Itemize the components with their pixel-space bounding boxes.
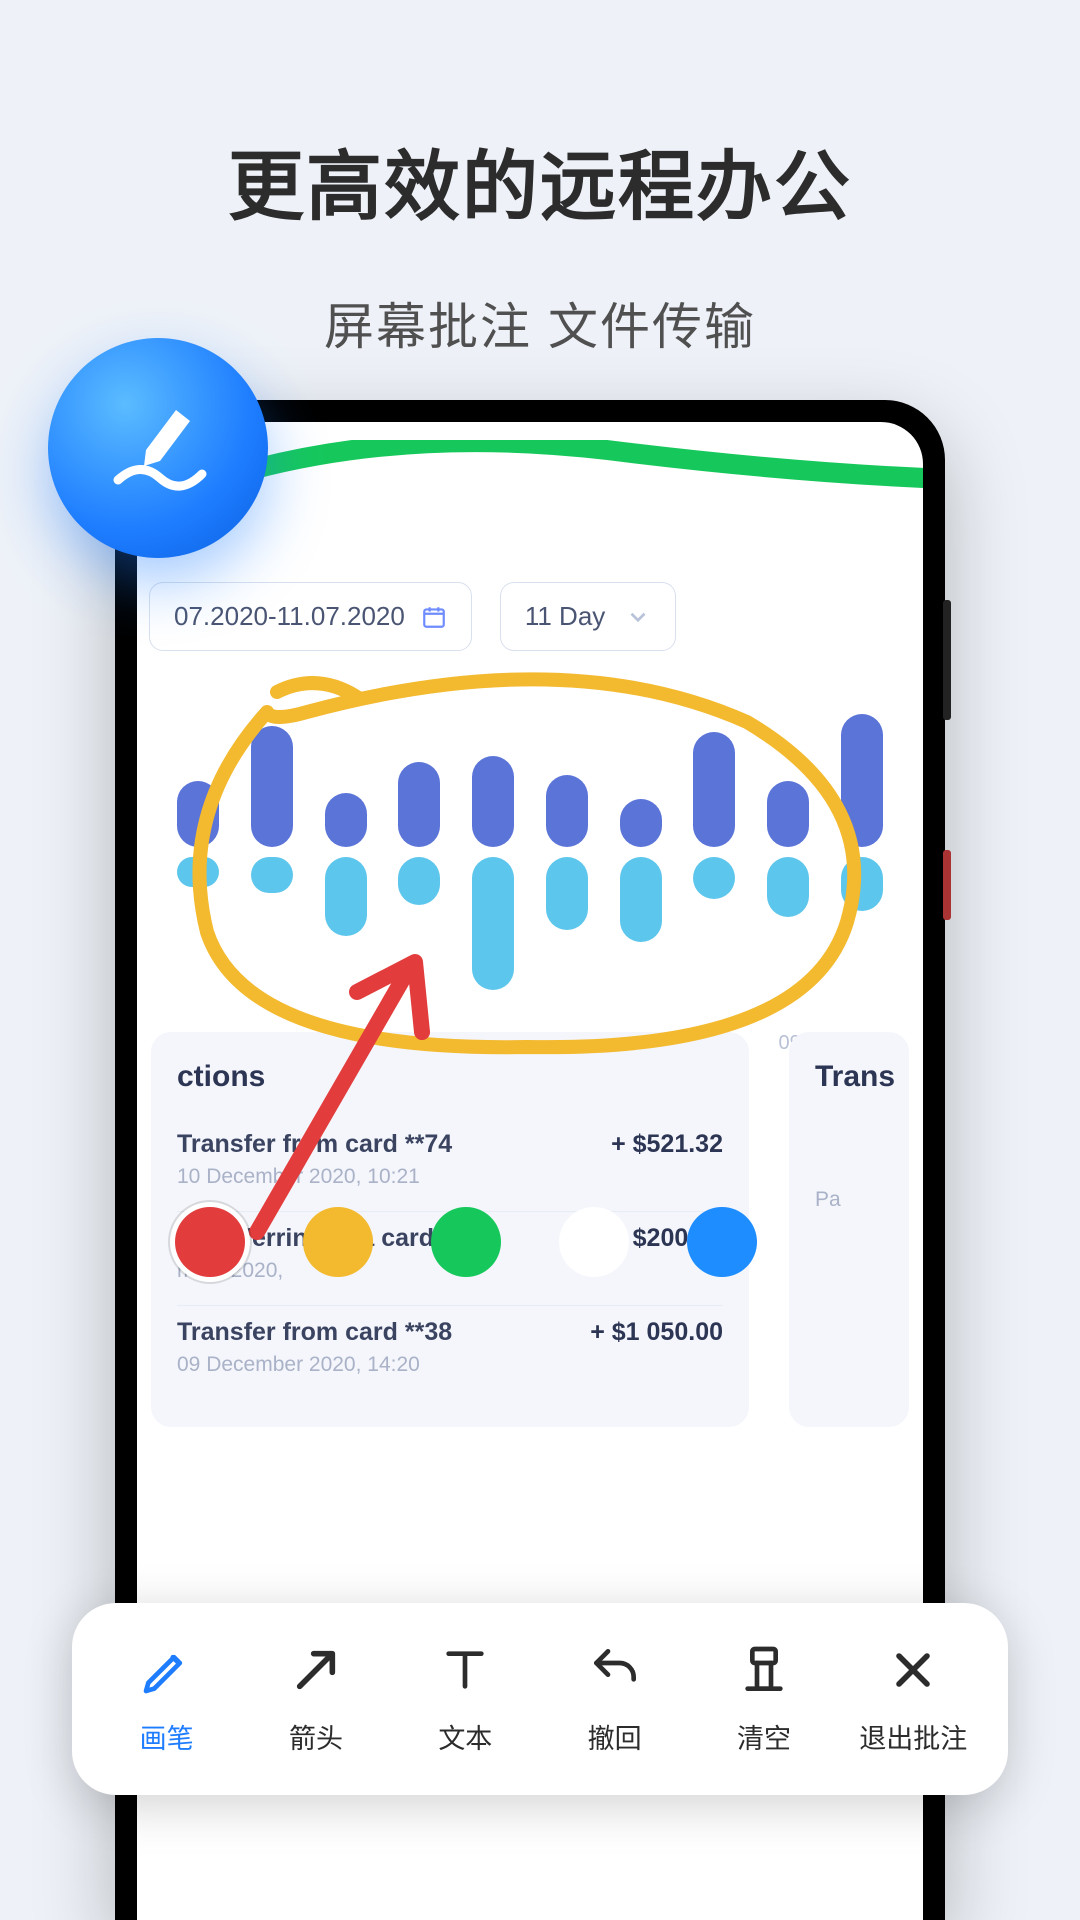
tool-label: 文本 (438, 1717, 492, 1756)
day-selector[interactable]: 11 Day (500, 582, 676, 651)
color-swatch[interactable] (431, 1207, 501, 1277)
tool-label: 箭头 (289, 1717, 343, 1756)
annotation-toolbar: 画笔 箭头 文本 撤回 清空 退出批注 (72, 1603, 1008, 1795)
tool-label: 画笔 (140, 1717, 194, 1756)
clear-icon (736, 1642, 792, 1703)
transaction-date: 09 December 2020, 14:20 (177, 1353, 452, 1377)
transaction-name: Transfer from card **38 (177, 1318, 452, 1347)
transaction-amount: + $521.32 (611, 1130, 723, 1159)
date-range-selector[interactable]: 07.2020-11.07.2020 (149, 582, 472, 651)
color-swatch[interactable] (687, 1207, 757, 1277)
tool-label: 退出批注 (859, 1717, 967, 1756)
transaction-amount: + $1 050.00 (590, 1318, 723, 1347)
text-tool[interactable]: 文本 (395, 1642, 535, 1756)
undo-tool[interactable]: 撤回 (545, 1642, 685, 1756)
pen-draw-icon (98, 388, 218, 508)
calendar-icon (421, 604, 447, 630)
page-title: 更高效的远程办公 (0, 0, 1080, 235)
day-selector-text: 11 Day (525, 601, 605, 632)
tool-label: 清空 (737, 1717, 791, 1756)
tool-label: 撤回 (588, 1717, 642, 1756)
pen-icon (139, 1642, 195, 1703)
arrow-tool[interactable]: 箭头 (246, 1642, 386, 1756)
exit-tool[interactable]: 退出批注 (843, 1642, 983, 1756)
arrow-icon (288, 1642, 344, 1703)
color-swatch[interactable] (559, 1207, 629, 1277)
text-icon (437, 1642, 493, 1703)
annotation-badge (48, 338, 268, 558)
color-palette (137, 1207, 923, 1277)
pen-tool[interactable]: 画笔 (97, 1642, 237, 1756)
color-swatch[interactable] (303, 1207, 373, 1277)
chevron-down-icon (625, 604, 651, 630)
exit-icon (885, 1642, 941, 1703)
transaction-row[interactable]: Transfer from card **38 09 December 2020… (177, 1305, 723, 1399)
phone-side-button (943, 850, 951, 920)
date-range-text: 07.2020-11.07.2020 (174, 601, 405, 632)
undo-icon (587, 1642, 643, 1703)
clear-tool[interactable]: 清空 (694, 1642, 834, 1756)
color-swatch[interactable] (175, 1207, 245, 1277)
phone-side-button (943, 600, 951, 720)
red-arrow-annotation (217, 932, 477, 1252)
